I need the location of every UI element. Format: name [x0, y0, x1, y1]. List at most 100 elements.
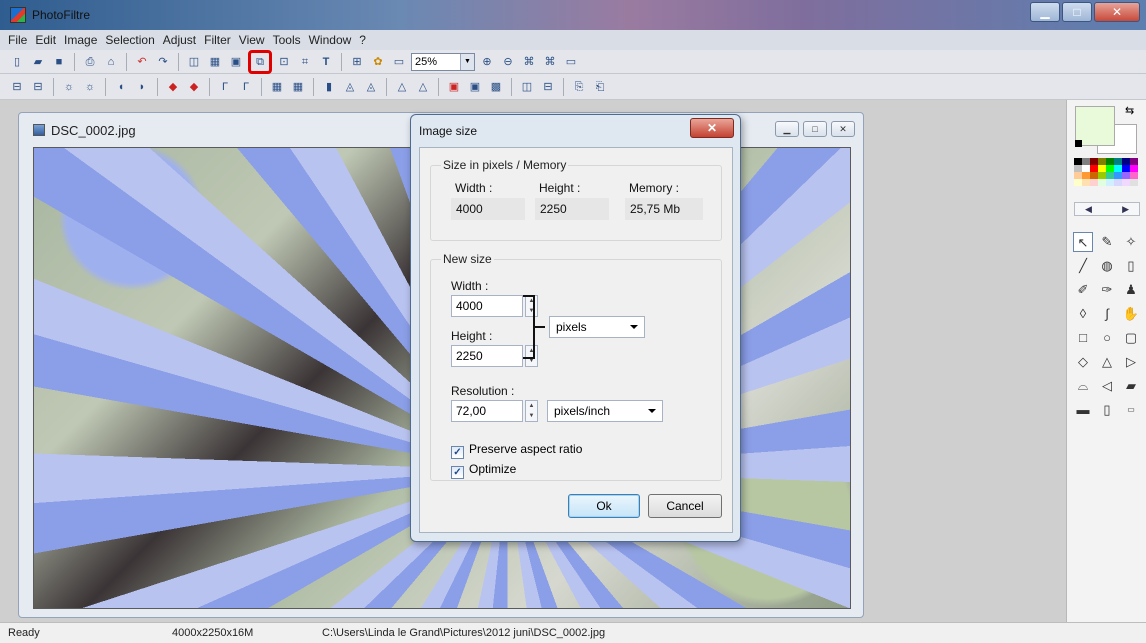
paste-new-icon[interactable]: ▣ [227, 53, 245, 71]
palette-swatch[interactable] [1106, 165, 1114, 172]
resolution-unit-select[interactable]: pixels/inch [547, 400, 663, 422]
crop-icon[interactable]: ⌗ [296, 53, 314, 71]
advanced-brush-icon[interactable]: ✑ [1097, 280, 1117, 300]
full-screen-icon[interactable]: ▭ [562, 53, 580, 71]
sharpen-icon[interactable]: ◬ [341, 78, 359, 96]
size-unit-select[interactable]: pixels [549, 316, 645, 338]
palette-swatch[interactable] [1074, 158, 1082, 165]
explorer-icon[interactable]: ⊞ [348, 53, 366, 71]
select-all-icon[interactable]: ▯ [1097, 400, 1117, 420]
brightness-minus-icon[interactable]: ☼ [60, 78, 78, 96]
brush-icon[interactable]: ✐ [1073, 280, 1093, 300]
palette-swatch[interactable] [1106, 172, 1114, 179]
undo-icon[interactable]: ↶ [133, 53, 151, 71]
lasso-icon[interactable]: ⌓ [1073, 376, 1093, 396]
sepia-icon[interactable]: ▦ [289, 78, 307, 96]
image-maximize-button[interactable]: □ [803, 121, 827, 137]
flip-horizontal-icon[interactable]: ▣ [445, 78, 463, 96]
palette-swatch[interactable] [1114, 172, 1122, 179]
gamma-plus-icon[interactable]: Γ [237, 78, 255, 96]
layers-icon[interactable]: ⊟ [539, 78, 557, 96]
screen-icon[interactable]: ▭ [390, 53, 408, 71]
palette-swatch[interactable] [1122, 172, 1130, 179]
menu-filter[interactable]: Filter [200, 30, 235, 50]
palette-swatch[interactable] [1130, 158, 1138, 165]
menu-view[interactable]: View [235, 30, 269, 50]
text-icon[interactable]: T [317, 53, 335, 71]
rotate-icon[interactable]: ▩ [487, 78, 505, 96]
maximize-button[interactable]: □ [1062, 2, 1092, 22]
line-tool-icon[interactable]: ╱ [1073, 256, 1093, 276]
auto-levels-icon[interactable]: ⊟ [8, 78, 26, 96]
gamma-minus-icon[interactable]: Γ [216, 78, 234, 96]
palette-swatch[interactable] [1122, 179, 1130, 186]
menu-image[interactable]: Image [60, 30, 101, 50]
palette-swatch[interactable] [1130, 172, 1138, 179]
menu-tools[interactable]: Tools [269, 30, 305, 50]
contrast-plus-icon[interactable]: ◗ [133, 78, 151, 96]
menu-selection[interactable]: Selection [101, 30, 158, 50]
palette-swatch[interactable] [1130, 179, 1138, 186]
spray-icon[interactable]: ▯ [1121, 256, 1141, 276]
compare-icon[interactable]: ◫ [518, 78, 536, 96]
menu-file[interactable]: File [4, 30, 31, 50]
flip-vertical-icon[interactable]: ▣ [466, 78, 484, 96]
ratio-icon[interactable]: ▭ [1121, 400, 1141, 420]
close-button[interactable]: ✕ [1094, 2, 1140, 22]
palette-swatch[interactable] [1082, 158, 1090, 165]
brightness-plus-icon[interactable]: ☼ [81, 78, 99, 96]
triangle-icon[interactable]: △ [1097, 352, 1117, 372]
stamp-tool-icon[interactable]: ♟ [1121, 280, 1141, 300]
magic-wand-icon[interactable]: ✧ [1121, 232, 1141, 252]
palette-swatch[interactable] [1074, 179, 1082, 186]
open-folder-icon[interactable]: ▰ [29, 53, 47, 71]
dialog-close-button[interactable]: ✕ [690, 118, 734, 138]
menu-help[interactable]: ? [355, 30, 370, 50]
palette-swatch[interactable] [1098, 158, 1106, 165]
new-file-icon[interactable]: ▯ [8, 53, 26, 71]
resolution-stepper-buttons[interactable]: ▲ ▼ [525, 400, 538, 422]
grayscale-icon[interactable]: ▦ [268, 78, 286, 96]
zoom-in-icon[interactable]: ⊕ [478, 53, 496, 71]
minimize-button[interactable]: ▁ [1030, 2, 1060, 22]
saturation-minus-icon[interactable]: ◆ [164, 78, 182, 96]
auto-contrast-icon[interactable]: ⊟ [29, 78, 47, 96]
resolution-stepper[interactable]: 72,00 ▲ ▼ [451, 400, 539, 422]
smudge-icon[interactable]: ∫ [1097, 304, 1117, 324]
spin-down-icon[interactable]: ▼ [526, 411, 537, 421]
reset-colors-icon[interactable] [1075, 140, 1082, 147]
save-icon[interactable]: ■ [50, 53, 68, 71]
palette-swatch[interactable] [1098, 179, 1106, 186]
transform-icon[interactable]: ⎗ [591, 78, 609, 96]
stamp-icon[interactable]: ⎘ [570, 78, 588, 96]
palette-swatch[interactable] [1090, 158, 1098, 165]
image-minimize-button[interactable]: ▁ [775, 121, 799, 137]
image-close-button[interactable]: ✕ [831, 121, 855, 137]
palette-swatch[interactable] [1074, 165, 1082, 172]
palette-swatch[interactable] [1098, 165, 1106, 172]
scan-icon[interactable]: ⌂ [102, 53, 120, 71]
palette-swatch[interactable] [1122, 165, 1130, 172]
menu-window[interactable]: Window [305, 30, 356, 50]
spin-up-icon[interactable]: ▲ [526, 401, 537, 411]
palette-swatch[interactable] [1098, 172, 1106, 179]
fill-bucket-icon[interactable]: ◍ [1097, 256, 1117, 276]
contrast-minus-icon[interactable]: ◖ [112, 78, 130, 96]
palette-swatch[interactable] [1106, 179, 1114, 186]
palette-swatch[interactable] [1114, 158, 1122, 165]
print-icon[interactable]: ⎙ [81, 53, 99, 71]
load-shape-icon[interactable]: ▰ [1121, 376, 1141, 396]
selection-tool-icon[interactable]: ↖ [1073, 232, 1093, 252]
copy-icon[interactable]: ◫ [185, 53, 203, 71]
palette-swatch[interactable] [1122, 158, 1130, 165]
plugin-icon[interactable]: ✿ [369, 53, 387, 71]
swap-colors-icon[interactable]: ⇆ [1125, 104, 1134, 117]
saturation-plus-icon[interactable]: ◆ [185, 78, 203, 96]
hand-icon[interactable]: ✋ [1121, 304, 1141, 324]
zoom-out-icon[interactable]: ⊖ [499, 53, 517, 71]
soften-more-icon[interactable]: △ [414, 78, 432, 96]
actual-size-icon[interactable]: ⌘ [520, 53, 538, 71]
image-size-icon[interactable]: ⧉ [248, 49, 272, 74]
pipette-icon[interactable]: ✎ [1097, 232, 1117, 252]
palette-swatch[interactable] [1090, 165, 1098, 172]
